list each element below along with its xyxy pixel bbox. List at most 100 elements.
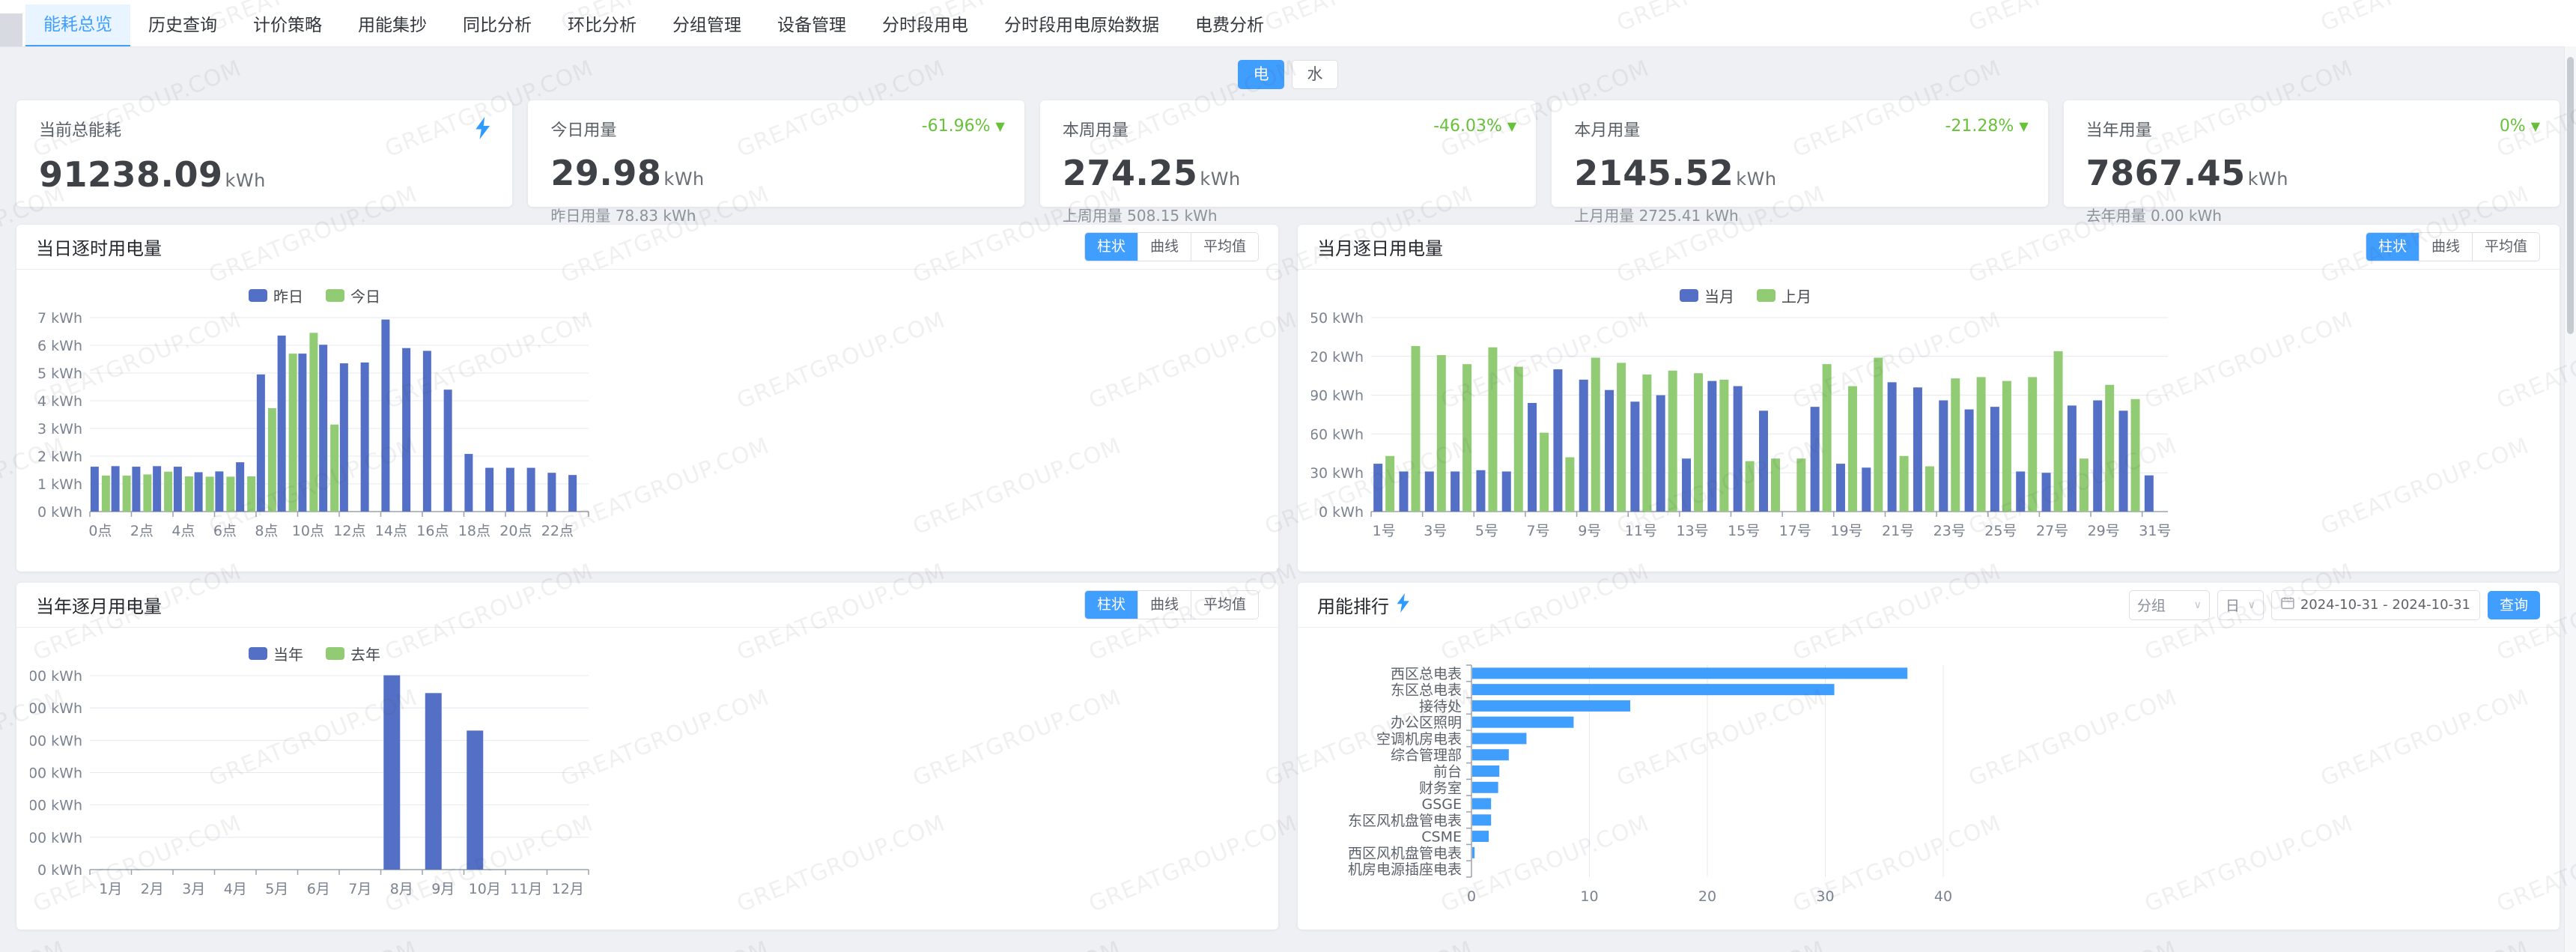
- view-button-曲线[interactable]: 曲线: [2419, 233, 2472, 261]
- svg-text:31号: 31号: [2139, 523, 2171, 539]
- svg-text:财务室: 财务室: [1419, 780, 1462, 796]
- delta-badge: -46.03% ▼: [1433, 117, 1516, 136]
- svg-text:前台: 前台: [1433, 764, 1462, 780]
- stat-card-title: 本月用量: [1574, 117, 1640, 141]
- stat-card: 本月用量-21.28% ▼2145.52kWh上月用量 2725.41 kWh: [1552, 100, 2047, 207]
- view-button-柱状[interactable]: 柱状: [2366, 233, 2419, 261]
- delta-badge: -21.28% ▼: [1945, 117, 2028, 136]
- view-button-柱状[interactable]: 柱状: [1085, 591, 1137, 619]
- svg-text:9月: 9月: [431, 881, 455, 897]
- scrollbar-thumb[interactable]: [2567, 57, 2574, 334]
- svg-text:1 kWh: 1 kWh: [37, 476, 82, 493]
- stat-card-subtext: 去年用量 0.00 kWh: [2086, 204, 2540, 225]
- tab-环比分析[interactable]: 环比分析: [550, 4, 654, 46]
- chart-legend: 昨日 今日: [30, 280, 599, 310]
- legend-item-去年[interactable]: 去年: [326, 643, 380, 664]
- view-button-曲线[interactable]: 曲线: [1137, 233, 1191, 261]
- chart-body: 西区总电表东区总电表接待处办公区照明空调机房电表综合管理部前台财务室GSGE东区…: [1298, 628, 2560, 912]
- chart-legend: 当月 上月: [1311, 280, 2180, 310]
- svg-text:西区风机盘管电表: 西区风机盘管电表: [1348, 845, 1462, 861]
- toggle-水[interactable]: 水: [1292, 60, 1338, 89]
- tab-用能集抄[interactable]: 用能集抄: [340, 4, 445, 46]
- svg-text:12点: 12点: [333, 523, 365, 539]
- monthly-bar-chart: 0 kWh500 kWh1000 kWh1500 kWh2000 kWh2500…: [30, 668, 599, 904]
- svg-text:14点: 14点: [375, 523, 407, 539]
- ranking-controls: 分组 ∨ 日 ∨ 2024-10-31 - 2024-10-31 查询: [2129, 590, 2540, 620]
- stat-card-subtext: 昨日用量 78.83 kWh: [550, 204, 1004, 225]
- tab-同比分析[interactable]: 同比分析: [445, 4, 550, 46]
- legend-label: 今日: [350, 285, 380, 306]
- svg-text:8月: 8月: [390, 881, 413, 897]
- svg-text:7号: 7号: [1527, 523, 1550, 539]
- tab-计价策略[interactable]: 计价策略: [235, 4, 340, 46]
- vertical-scrollbar: [2564, 46, 2576, 952]
- svg-text:15号: 15号: [1728, 523, 1760, 539]
- svg-text:2点: 2点: [130, 523, 154, 539]
- svg-text:8点: 8点: [255, 523, 278, 539]
- daily-bar-chart: 0 kWh30 kWh60 kWh90 kWh120 kWh150 kWh1号3…: [1311, 310, 2180, 546]
- legend-item-当年[interactable]: 当年: [249, 643, 303, 664]
- svg-text:4点: 4点: [171, 523, 195, 539]
- tab-分时段用电[interactable]: 分时段用电: [864, 4, 986, 46]
- stat-card-unit: kWh: [663, 169, 704, 190]
- svg-text:120 kWh: 120 kWh: [1311, 349, 1364, 366]
- svg-text:2 kWh: 2 kWh: [37, 449, 82, 465]
- tab-分组管理[interactable]: 分组管理: [654, 4, 759, 46]
- svg-text:办公区照明: 办公区照明: [1391, 715, 1462, 731]
- tab-电费分析[interactable]: 电费分析: [1177, 4, 1282, 46]
- stat-card-subtext: 上月用量 2725.41 kWh: [1574, 204, 2028, 225]
- svg-text:GSGE: GSGE: [1421, 796, 1462, 813]
- group-select[interactable]: 分组 ∨: [2129, 590, 2210, 620]
- svg-text:150 kWh: 150 kWh: [1311, 310, 1364, 327]
- tab-历史查询[interactable]: 历史查询: [130, 4, 235, 46]
- svg-text:60 kWh: 60 kWh: [1311, 426, 1364, 443]
- period-select[interactable]: 日 ∨: [2217, 590, 2264, 620]
- chart-title: 当日逐时用电量: [36, 234, 162, 260]
- svg-text:3000 kWh: 3000 kWh: [30, 668, 82, 685]
- svg-text:1500 kWh: 1500 kWh: [30, 765, 82, 782]
- tab-能耗总览[interactable]: 能耗总览: [25, 4, 130, 46]
- view-button-曲线[interactable]: 曲线: [1137, 591, 1191, 619]
- view-button-平均值[interactable]: 平均值: [2472, 233, 2539, 261]
- tab-设备管理[interactable]: 设备管理: [759, 4, 864, 46]
- svg-text:2月: 2月: [141, 881, 164, 897]
- stat-card: 今日用量-61.96% ▼29.98kWh昨日用量 78.83 kWh: [528, 100, 1024, 207]
- svg-text:30: 30: [1816, 888, 1834, 905]
- stat-card-value: 29.98kWh: [550, 153, 1004, 193]
- legend-item-昨日[interactable]: 昨日: [249, 285, 303, 306]
- view-button-平均值[interactable]: 平均值: [1191, 591, 1258, 619]
- chart-header: 用能排行 分组 ∨ 日 ∨: [1298, 583, 2560, 628]
- svg-text:6点: 6点: [213, 523, 237, 539]
- svg-text:11月: 11月: [510, 881, 542, 897]
- view-button-柱状[interactable]: 柱状: [1085, 233, 1137, 261]
- delta-badge: -61.96% ▼: [922, 117, 1005, 136]
- svg-text:东区总电表: 东区总电表: [1391, 682, 1462, 699]
- legend-item-当月[interactable]: 当月: [1680, 285, 1734, 306]
- date-range-picker[interactable]: 2024-10-31 - 2024-10-31: [2271, 590, 2480, 620]
- lightning-icon: [473, 117, 493, 142]
- legend-swatch: [249, 647, 267, 660]
- legend-item-今日[interactable]: 今日: [326, 285, 380, 306]
- svg-text:综合管理部: 综合管理部: [1391, 748, 1462, 764]
- svg-text:9号: 9号: [1578, 523, 1601, 539]
- charts-row-1: 当日逐时用电量 柱状曲线平均值 昨日今日 0 kWh1 kWh2 kWh3 kW…: [16, 225, 2560, 571]
- chart-legend: 当年 去年: [30, 638, 599, 668]
- view-button-平均值[interactable]: 平均值: [1191, 233, 1258, 261]
- stat-card-title: 当前总能耗: [39, 117, 121, 141]
- tab-list: 能耗总览历史查询计价策略用能集抄同比分析环比分析分组管理设备管理分时段用电分时段…: [25, 0, 2576, 46]
- svg-text:东区风机盘管电表: 东区风机盘管电表: [1348, 813, 1462, 829]
- toggle-电[interactable]: 电: [1238, 60, 1284, 89]
- chevron-down-icon: ∨: [2194, 599, 2202, 611]
- svg-text:0点: 0点: [88, 523, 112, 539]
- tab-分时段用电原始数据[interactable]: 分时段用电原始数据: [986, 4, 1177, 46]
- date-range-value: 2024-10-31 - 2024-10-31: [2300, 597, 2470, 613]
- svg-text:CSME: CSME: [1421, 829, 1462, 846]
- hourly-bar-chart: 0 kWh1 kWh2 kWh3 kWh4 kWh5 kWh6 kWh7 kWh…: [30, 310, 599, 546]
- legend-item-上月[interactable]: 上月: [1757, 285, 1811, 306]
- search-button[interactable]: 查询: [2488, 591, 2540, 619]
- stat-card-value: 2145.52kWh: [1574, 153, 2028, 193]
- period-select-value: 日: [2226, 595, 2240, 615]
- svg-text:0 kWh: 0 kWh: [37, 504, 82, 521]
- chart-card-hourly: 当日逐时用电量 柱状曲线平均值 昨日今日 0 kWh1 kWh2 kWh3 kW…: [16, 225, 1278, 571]
- chart-card-ranking: 用能排行 分组 ∨ 日 ∨: [1298, 583, 2560, 930]
